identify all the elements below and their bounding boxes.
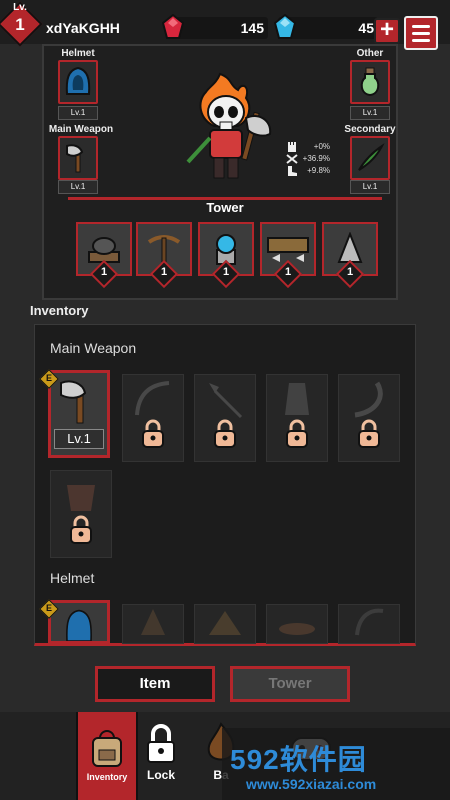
nav-lock[interactable]: Lock: [130, 712, 192, 800]
watermark-url: www.592xiazai.com: [246, 776, 377, 792]
level-label: Lv.: [13, 2, 27, 13]
stat-speed-bonus: +9.8%: [307, 166, 330, 175]
player-name: xdYaKGHH: [46, 20, 120, 36]
tower-section-title: Tower: [206, 200, 244, 215]
other-level: Lv.1: [350, 106, 390, 120]
blue-gem-icon: [274, 14, 296, 39]
spear-icon: [209, 383, 243, 419]
hood-icon: [65, 66, 91, 95]
tower-count: 1: [346, 266, 354, 278]
inventory-item-gauntlet-locked[interactable]: [266, 374, 328, 462]
stat-tower-bonus: +0%: [313, 142, 330, 151]
tower-count: 1: [284, 266, 292, 278]
helmet-section-title: Helmet: [50, 570, 95, 586]
nav-lock-label: Lock: [146, 768, 175, 782]
lock-icon: [142, 419, 164, 448]
stat-attack-bonus: +36.9%: [302, 154, 330, 163]
crossed-swords-icon: [286, 154, 298, 164]
main-weapon-slot[interactable]: [58, 136, 98, 180]
inventory-item-cauldron-locked[interactable]: [50, 470, 112, 558]
lock-icon: [147, 724, 175, 763]
item-level: Lv.1: [54, 429, 104, 449]
cauldron-icon: [67, 485, 95, 511]
witch-hat-icon: [141, 609, 165, 635]
lock-icon: [70, 515, 92, 544]
blue-gem-count: 45: [358, 20, 374, 36]
main-weapon-section-title: Main Weapon: [50, 340, 137, 356]
other-slot[interactable]: [350, 60, 390, 104]
helmet-slot-label: Helmet: [61, 48, 95, 59]
level-value: 1: [15, 15, 25, 34]
lock-icon: [214, 419, 236, 448]
nav-inventory[interactable]: Inventory: [76, 712, 138, 800]
helmet-slot[interactable]: [58, 60, 98, 104]
helmet-level: Lv.1: [58, 106, 98, 120]
wide-hat-icon: [279, 623, 315, 635]
lock-icon: [286, 419, 308, 448]
inventory-item-straw-hat-locked[interactable]: [194, 604, 256, 644]
secondary-slot-label: Secondary: [344, 124, 396, 135]
other-slot-label: Other: [356, 48, 384, 59]
tab-tower[interactable]: Tower: [230, 666, 350, 702]
nav-inventory-label: Inventory: [86, 772, 128, 782]
inventory-item-witch-hat-locked[interactable]: [122, 604, 184, 644]
blade-icon: [358, 143, 385, 171]
scythe-hood-icon: [355, 608, 384, 636]
menu-icon-bar: [412, 31, 430, 35]
menu-button[interactable]: [404, 16, 438, 50]
horn-icon: [354, 381, 383, 418]
watermark-text: 592软件园: [230, 744, 367, 775]
main-weapon-slot-label: Main Weapon: [48, 124, 114, 135]
inventory-item-spear-locked[interactable]: [194, 374, 256, 462]
straw-hat-icon: [209, 611, 241, 635]
main-weapon-level: Lv.1: [58, 180, 98, 194]
inventory-item-wide-hat-locked[interactable]: [266, 604, 328, 644]
axe-icon: [60, 380, 87, 424]
axe-icon: [66, 144, 84, 173]
inventory-item-bow-locked[interactable]: [122, 374, 184, 462]
rook-icon: [288, 142, 296, 152]
backpack-icon: [92, 730, 122, 767]
equipped-badge-label: E: [45, 603, 52, 613]
hero-character: [186, 72, 272, 179]
bow-icon: [135, 381, 170, 416]
tower-count: 1: [160, 266, 168, 278]
red-gem-count: 145: [240, 20, 264, 36]
equipped-badge-label: E: [45, 373, 52, 383]
secondary-slot[interactable]: [350, 136, 390, 180]
inventory-item-axe[interactable]: Lv.1: [48, 370, 110, 458]
inventory-item-scythe-hood-locked[interactable]: [338, 604, 400, 644]
tower-count: 1: [222, 266, 230, 278]
lock-icon: [358, 419, 380, 448]
tab-item[interactable]: Item: [95, 666, 215, 702]
menu-icon-bar: [412, 38, 430, 42]
potion-icon: [360, 67, 380, 97]
inventory-item-horn-locked[interactable]: [338, 374, 400, 462]
tower-count: 1: [100, 266, 108, 278]
hood-icon: [66, 609, 92, 641]
secondary-level: Lv.1: [350, 180, 390, 194]
red-gem-icon: [162, 14, 184, 39]
gauntlet-icon: [285, 383, 309, 415]
inventory-title: Inventory: [30, 303, 89, 318]
add-gems-button[interactable]: +: [374, 18, 400, 44]
menu-icon-bar: [412, 24, 430, 28]
boot-icon: [288, 166, 297, 176]
